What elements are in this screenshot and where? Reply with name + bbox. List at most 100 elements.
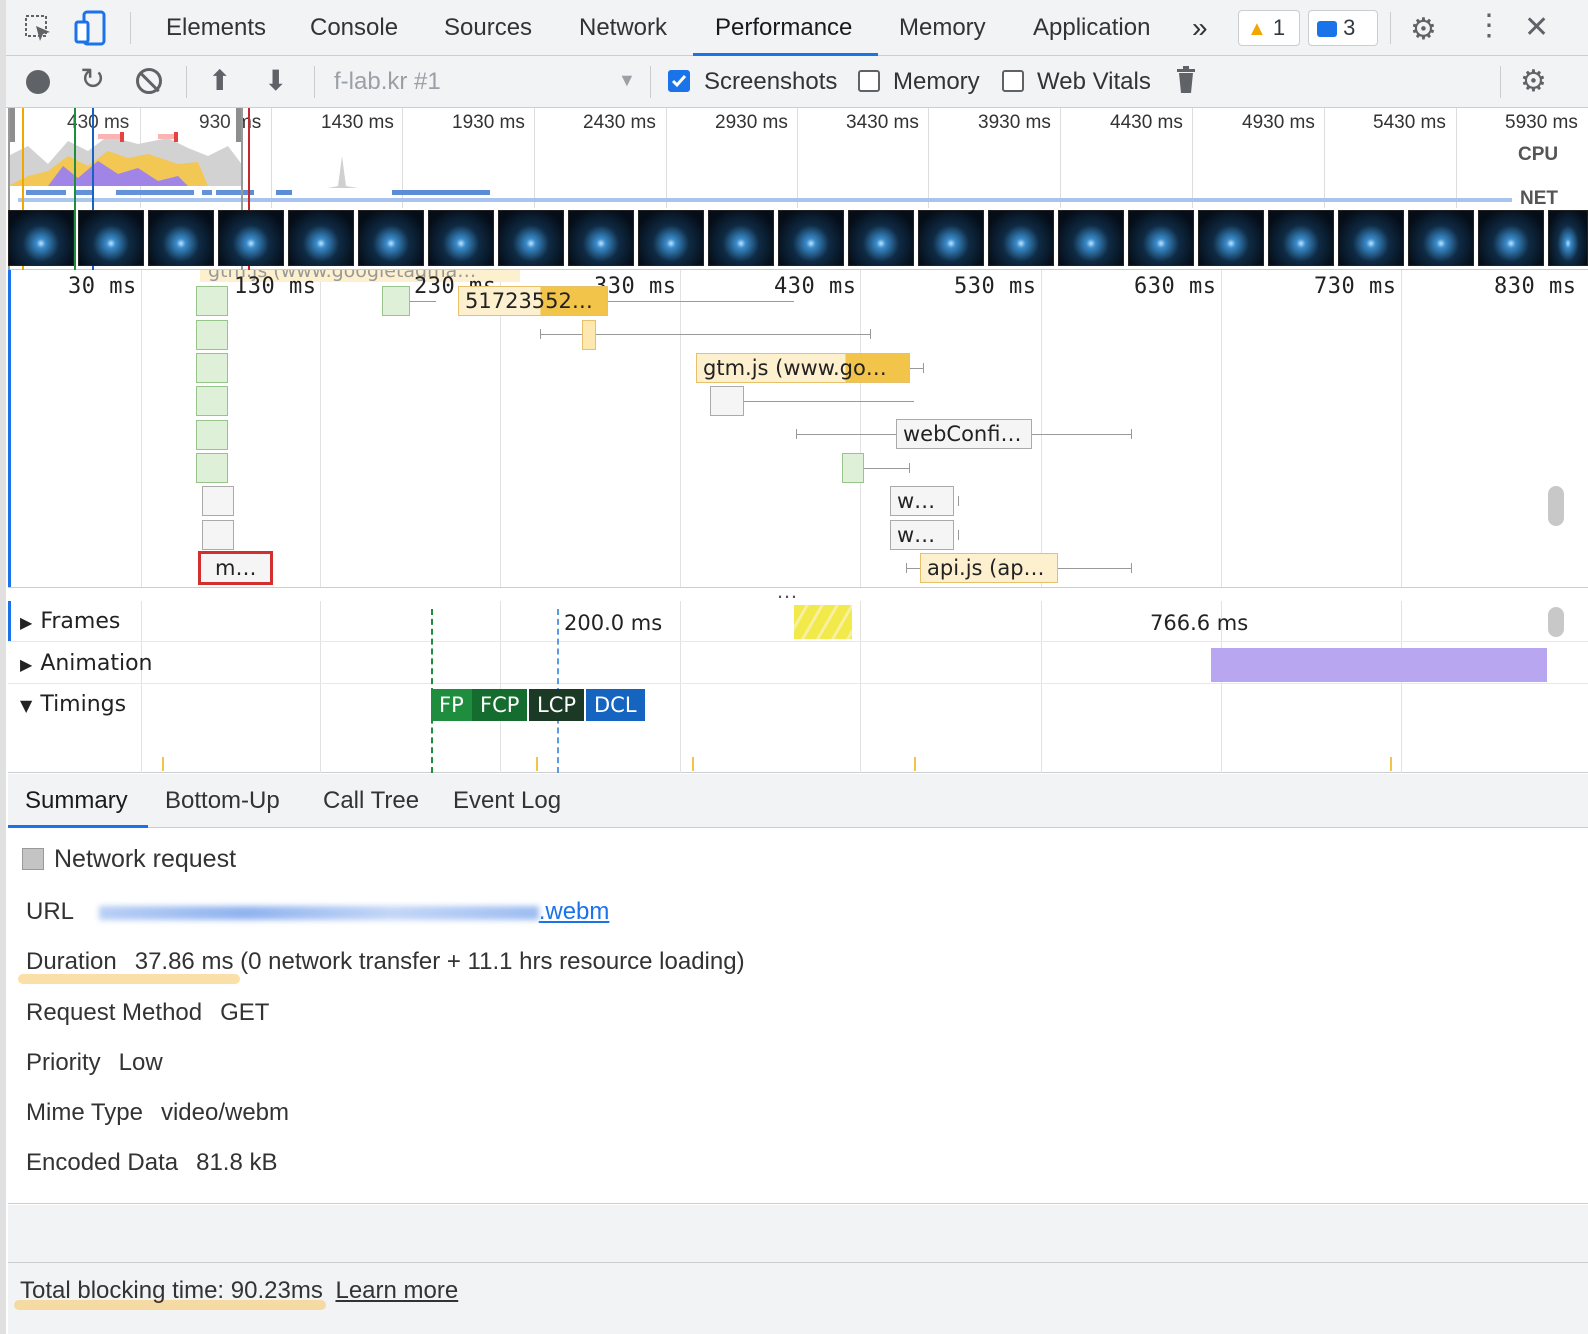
fcp-marker[interactable]: FCP	[472, 689, 528, 721]
request-bar[interactable]	[842, 453, 864, 483]
tab-summary[interactable]: Summary	[25, 774, 128, 828]
more-tabs-chevron-icon[interactable]: »	[1192, 0, 1208, 56]
screenshot-thumbnail[interactable]	[498, 210, 564, 266]
webconfig-request-bar[interactable]: webConfi…	[896, 419, 1032, 449]
message-icon	[1317, 21, 1337, 37]
url-link[interactable]: .webm	[539, 898, 610, 925]
save-profile-icon[interactable]: ⬇	[264, 64, 287, 97]
track-scrollbar[interactable]	[1548, 607, 1564, 637]
fp-marker[interactable]: FP	[431, 689, 472, 721]
net-bar	[392, 190, 490, 195]
tab-application[interactable]: Application	[1033, 0, 1150, 56]
clear-icon[interactable]	[136, 68, 162, 94]
learn-more-link[interactable]: Learn more	[335, 1277, 458, 1304]
animation-track-toggle[interactable]: ▶ Animation	[20, 651, 152, 676]
request-bar[interactable]: w…	[890, 486, 954, 516]
screenshot-thumbnail[interactable]	[78, 210, 144, 266]
screenshot-thumbnail[interactable]	[1478, 210, 1544, 266]
tab-call-tree[interactable]: Call Tree	[323, 774, 419, 828]
method-label: Request Method	[26, 999, 203, 1026]
device-toolbar-icon[interactable]	[74, 10, 108, 46]
screenshot-thumbnail[interactable]	[708, 210, 774, 266]
priority-label: Priority	[26, 1049, 101, 1076]
request-bar[interactable]	[382, 286, 410, 316]
dropped-frame[interactable]	[794, 605, 852, 639]
timeline-overview[interactable]: 430 ms 930 ms 1430 ms 1930 ms 2430 ms 29…	[8, 108, 1588, 270]
screenshot-thumbnail[interactable]	[1058, 210, 1124, 266]
screenshot-thumbnail[interactable]	[638, 210, 704, 266]
screenshot-thumbnail[interactable]	[288, 210, 354, 266]
screenshot-thumbnail[interactable]	[568, 210, 634, 266]
more-options-icon[interactable]: ⋮	[1474, 8, 1504, 43]
tab-bottom-up[interactable]: Bottom-Up	[165, 774, 280, 828]
lcp-marker[interactable]: LCP	[529, 689, 585, 721]
screenshot-thumbnail[interactable]	[148, 210, 214, 266]
request-bar[interactable]	[582, 320, 596, 350]
screenshot-thumbnail[interactable]	[1408, 210, 1474, 266]
request-bar[interactable]	[196, 453, 228, 483]
tab-elements[interactable]: Elements	[166, 0, 266, 56]
request-bar[interactable]	[196, 353, 228, 383]
tab-event-log[interactable]: Event Log	[453, 774, 561, 828]
tab-sources[interactable]: Sources	[444, 0, 532, 56]
timings-track-toggle[interactable]: ▼ Timings	[20, 692, 126, 717]
frame-duration-label: 200.0 ms	[564, 611, 663, 635]
tab-performance[interactable]: Performance	[692, 0, 879, 56]
screenshot-thumbnail[interactable]	[1338, 210, 1404, 266]
expand-triangle-icon: ▶	[20, 655, 33, 674]
screenshots-label: Screenshots	[704, 68, 838, 95]
flame-tick: 30 ms	[68, 274, 137, 299]
screenshot-thumbnail[interactable]	[778, 210, 844, 266]
settings-gear-icon[interactable]: ⚙	[1410, 12, 1437, 47]
messages-badge[interactable]: 3	[1308, 10, 1378, 46]
frames-track-toggle[interactable]: ▶ Frames	[20, 609, 120, 634]
warnings-badge[interactable]: ▲ 1	[1238, 10, 1300, 46]
selected-request-bar[interactable]: m…	[198, 551, 273, 585]
summary-title: Network request	[54, 845, 237, 873]
tab-console[interactable]: Console	[310, 0, 398, 56]
network-flame-chart[interactable]: gtm.js (www.googletagma… 30 ms 130 ms 23…	[8, 270, 1588, 588]
screenshot-thumbnail[interactable]	[1268, 210, 1334, 266]
screenshot-thumbnail[interactable]	[428, 210, 494, 266]
flame-scrollbar[interactable]	[1548, 486, 1564, 526]
request-bar[interactable]	[196, 420, 228, 450]
tab-memory[interactable]: Memory	[899, 0, 986, 56]
request-bar[interactable]	[202, 486, 234, 516]
dcl-marker[interactable]: DCL	[586, 689, 645, 721]
screenshot-thumbnail[interactable]	[1548, 210, 1588, 266]
request-bar[interactable]	[202, 520, 234, 550]
net-bar	[276, 190, 292, 195]
api-js-request-bar[interactable]: api.js (ap…	[920, 553, 1058, 583]
gtm-js-request-bar[interactable]: gtm.js (www.go…	[696, 353, 910, 383]
encoded-data-value: 81.8 kB	[196, 1149, 278, 1176]
load-profile-icon[interactable]: ⬆	[208, 64, 231, 97]
screenshot-thumbnail[interactable]	[848, 210, 914, 266]
profile-select[interactable]: f-lab.kr #1	[334, 68, 441, 96]
request-bar[interactable]: w…	[890, 520, 954, 550]
screenshot-thumbnail[interactable]	[8, 210, 74, 266]
animation-bar[interactable]	[1211, 648, 1547, 682]
web-vitals-checkbox[interactable]	[1002, 70, 1024, 92]
request-bar[interactable]	[196, 286, 228, 316]
request-bar[interactable]	[196, 320, 228, 350]
screenshot-thumbnail[interactable]	[918, 210, 984, 266]
screenshot-thumbnail[interactable]	[988, 210, 1054, 266]
inspect-element-icon[interactable]	[24, 14, 54, 44]
screenshot-thumbnail[interactable]	[218, 210, 284, 266]
request-bar[interactable]	[710, 386, 744, 416]
memory-checkbox[interactable]	[858, 70, 880, 92]
reload-record-icon[interactable]: ↻	[80, 62, 105, 97]
chevron-down-icon[interactable]: ▼	[618, 70, 636, 91]
screenshot-thumbnail[interactable]	[358, 210, 424, 266]
garbage-collect-trash-icon[interactable]	[1176, 66, 1196, 94]
record-icon[interactable]	[26, 70, 50, 94]
request-bar[interactable]	[196, 386, 228, 416]
overview-tick: 4430 ms	[1110, 112, 1183, 133]
tab-network[interactable]: Network	[579, 0, 667, 56]
screenshots-checkbox[interactable]	[668, 70, 690, 92]
close-icon[interactable]: ✕	[1524, 10, 1549, 45]
capture-settings-gear-icon[interactable]: ⚙	[1520, 64, 1547, 99]
screenshot-thumbnail[interactable]	[1198, 210, 1264, 266]
screenshot-thumbnail[interactable]	[1128, 210, 1194, 266]
request-bar[interactable]: 51723552…	[458, 286, 608, 316]
